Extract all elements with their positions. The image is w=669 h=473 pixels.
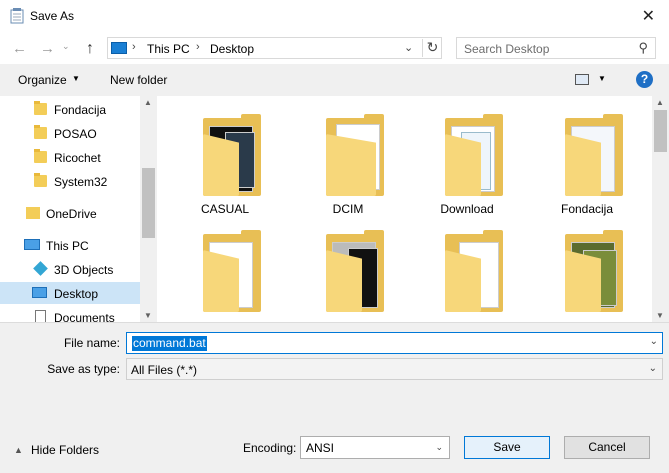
forward-arrow-icon[interactable]: → [40,40,55,57]
list-item-casual[interactable]: CASUAL [170,96,280,216]
scroll-down-icon[interactable]: ▼ [144,311,152,320]
collapse-arrow-icon[interactable]: ▲ [14,445,23,455]
hide-folders-button[interactable]: Hide Folders [31,443,99,457]
folder-icon [445,230,503,312]
folder-icon [565,114,623,196]
file-name-value: command.bat [132,336,207,351]
help-icon[interactable]: ? [636,71,653,88]
scroll-down-icon[interactable]: ▼ [656,311,664,320]
sidebar-scrollbar[interactable]: ▲ ▼ [140,96,157,322]
breadcrumb-separator-icon[interactable]: › [132,41,136,53]
folder-icon [34,173,47,187]
sidebar-item-fondacija[interactable]: Fondacija [0,98,140,120]
folder-icon [34,101,47,115]
sidebar-item-desktop[interactable]: Desktop [0,282,140,304]
breadcrumb-this-pc[interactable]: This PC [147,42,190,56]
sidebar-item-system32[interactable]: System32 [0,170,140,192]
address-bar[interactable]: › This PC › Desktop ⌄ ↻ [107,37,442,59]
chevron-down-icon[interactable]: ⌄ [649,363,657,374]
save-as-type-value: All Files (*.*) [131,363,198,377]
cancel-button[interactable]: Cancel [564,436,650,459]
list-item[interactable] [293,212,403,322]
organize-dropdown-icon[interactable]: ▼ [72,74,80,83]
sidebar-item-label: Ricochet [54,151,101,165]
encoding-select[interactable]: ANSI ⌄ [300,436,450,459]
save-as-type-label: Save as type: [47,362,120,376]
save-as-type-select[interactable]: All Files (*.*) ⌄ [126,358,663,380]
chevron-down-icon[interactable]: ⌄ [435,442,443,453]
encoding-label: Encoding: [243,441,297,455]
folder-icon [203,114,261,196]
sidebar-item-label: This PC [46,239,89,253]
list-item-download[interactable]: Download [412,96,522,216]
scroll-up-icon[interactable]: ▲ [144,98,152,107]
search-icon[interactable]: ⚲ [638,40,648,56]
folder-icon [445,114,503,196]
sidebar-item-label: Fondacija [54,103,107,117]
sidebar-item-3d-objects[interactable]: 3D Objects [0,258,140,280]
sidebar-item-this-pc[interactable]: This PC [0,234,140,256]
list-item[interactable] [532,212,642,322]
this-pc-icon [24,239,40,250]
folder-icon [34,149,47,163]
file-name-label: File name: [63,336,120,350]
save-button[interactable]: Save [464,436,550,459]
search-input[interactable]: Search Desktop ⚲ [456,37,656,59]
up-arrow-icon[interactable]: ↑ [86,40,94,58]
save-options-pane: File name: command.bat ⌄ Save as type: A… [0,322,669,473]
sidebar-item-label: Documents [54,311,115,322]
save-as-notepad-icon [10,8,24,24]
list-item-dcim[interactable]: DCIM [293,96,403,216]
file-list-scrollbar[interactable]: ▲ ▼ [652,96,669,322]
scroll-up-icon[interactable]: ▲ [656,98,664,107]
onedrive-folder-icon [26,207,40,219]
navigation-bar: ← → ⌄ ↑ › This PC › Desktop ⌄ ↻ Search D… [0,32,669,64]
title-bar: Save As ✕ [0,0,669,32]
window-title: Save As [30,9,75,23]
folder-icon [34,125,47,139]
address-dropdown-icon[interactable]: ⌄ [404,41,413,54]
breadcrumb-desktop[interactable]: Desktop [210,42,254,56]
file-list: CASUAL DCIM Download Fondacija [160,96,652,322]
folder-icon [326,114,384,196]
recent-locations-chevron-icon[interactable]: ⌄ [62,41,70,52]
command-bar: Organize ▼ New folder ▼ ? [0,64,669,96]
refresh-icon[interactable]: ↻ [422,39,442,57]
sidebar-item-posao[interactable]: POSAO [0,122,140,144]
sidebar-item-onedrive[interactable]: OneDrive [0,202,140,224]
change-view-icon[interactable] [575,74,589,85]
folder-icon [565,230,623,312]
breadcrumb-separator-icon[interactable]: › [196,41,200,53]
view-dropdown-icon[interactable]: ▼ [598,74,606,83]
close-icon[interactable]: ✕ [642,6,655,26]
new-folder-button[interactable]: New folder [110,73,167,87]
sidebar-item-label: POSAO [54,127,97,141]
sidebar-item-label: System32 [54,175,108,189]
documents-icon [35,310,46,322]
navigation-pane: Fondacija POSAO Ricochet System32 OneDri… [0,96,157,322]
search-placeholder: Search Desktop [464,42,550,56]
list-item[interactable] [412,212,522,322]
scrollbar-thumb[interactable] [654,110,667,152]
this-pc-icon [111,42,127,54]
file-name-input[interactable]: command.bat ⌄ [126,332,663,354]
list-item-fondacija[interactable]: Fondacija [532,96,642,216]
sidebar-item-label: Desktop [54,287,99,301]
folder-icon [326,230,384,312]
file-name-dropdown-icon[interactable]: ⌄ [650,336,658,347]
3d-objects-icon [33,261,48,276]
sidebar-item-label: 3D Objects [54,263,114,277]
folder-icon [203,230,261,312]
desktop-icon [32,287,47,298]
back-arrow-icon[interactable]: ← [12,40,27,57]
sidebar-item-label: OneDrive [46,207,97,221]
list-item[interactable] [170,212,280,322]
sidebar-item-documents[interactable]: Documents [0,306,140,322]
scrollbar-thumb[interactable] [142,168,155,238]
encoding-value: ANSI [306,441,335,455]
sidebar-item-ricochet[interactable]: Ricochet [0,146,140,168]
organize-menu-button[interactable]: Organize [18,73,67,87]
